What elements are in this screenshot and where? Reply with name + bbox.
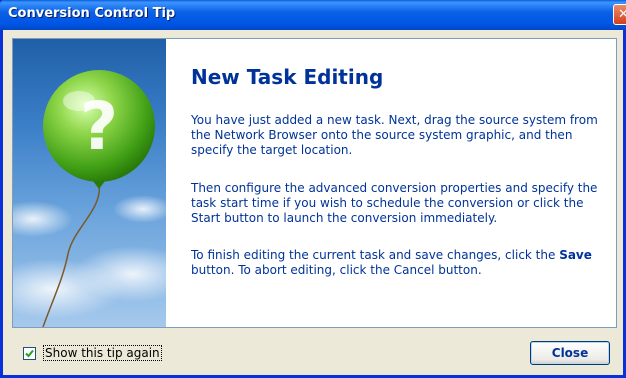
question-balloon-icon: ?	[13, 70, 166, 327]
title-bar[interactable]: Conversion Control Tip ✕	[0, 0, 626, 30]
tip-paragraph-3: To finish editing the current task and s…	[191, 248, 609, 278]
close-button[interactable]: Close	[530, 341, 610, 365]
close-icon[interactable]: ✕	[613, 4, 626, 25]
checkmark-icon	[25, 349, 34, 357]
tip-paragraph-1: You have just added a new task. Next, dr…	[191, 113, 598, 157]
svg-text:?: ?	[80, 88, 118, 165]
show-tip-again-checkbox[interactable]	[23, 346, 36, 360]
tip-paragraph-2: Then configure the advanced conversion p…	[191, 181, 598, 225]
window-title: Conversion Control Tip	[8, 6, 176, 21]
save-keyword: Save	[559, 248, 592, 262]
tip-dialog: Conversion Control Tip ✕ ? New Task Edit…	[0, 0, 626, 378]
tip-content-panel: ? New Task Editing You have just added a…	[12, 38, 617, 328]
question-balloon-illustration: ?	[13, 39, 166, 327]
tip-paragraph-3-end: button. To abort editing, click the Canc…	[191, 263, 482, 277]
show-tip-again-label[interactable]: Show this tip again	[43, 345, 162, 361]
tip-paragraph-3-start: To finish editing the current task and s…	[191, 248, 560, 262]
tip-heading: New Task Editing	[191, 65, 384, 89]
show-tip-again-row[interactable]: Show this tip again	[23, 345, 162, 361]
